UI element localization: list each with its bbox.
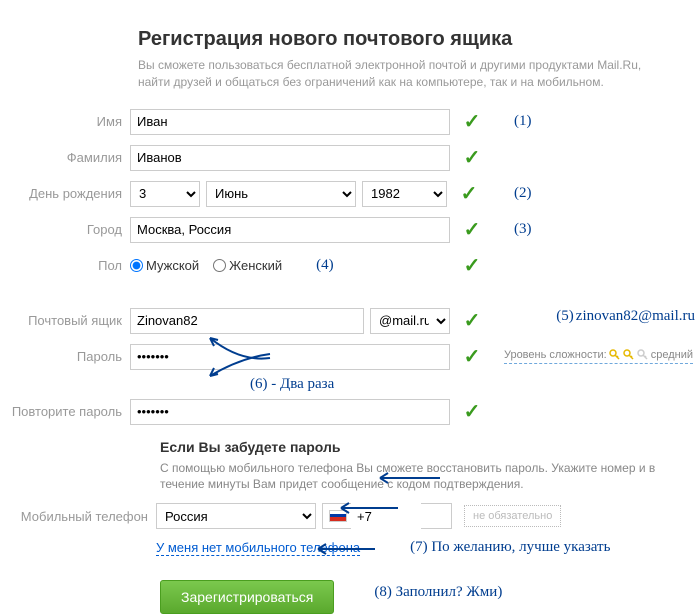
annotation-8: (8) Заполнил? Жми) [374,584,502,601]
key-icon [637,349,649,361]
domain-select[interactable]: @mail.ru [370,308,450,334]
checkmark-icon: ✓ [462,109,482,134]
mobile-label: Мобильный телефон [0,509,156,524]
annotation-7: (7) По желанию, лучше указать [410,539,610,556]
annotation-3: (3) [514,221,532,238]
city-label: Город [0,222,130,237]
surname-label: Фамилия [0,150,130,165]
city-input[interactable] [130,217,450,243]
key-icon [609,349,621,361]
name-input[interactable] [130,109,450,135]
no-phone-link[interactable]: У меня нет мобильного телефона [156,540,360,556]
country-select[interactable]: Россия [156,503,316,529]
surname-input[interactable] [130,145,450,171]
annotation-5: (5)zinovan82@mail.ru [556,308,695,325]
annotation-4: (4) [316,257,334,274]
forgot-title: Если Вы забудете пароль [160,439,667,455]
month-select[interactable]: Июнь [206,181,356,207]
repeat-password-label: Повторите пароль [0,404,130,419]
mailbox-input[interactable] [130,308,364,334]
gender-male-radio[interactable]: Мужской [130,258,199,273]
checkmark-icon: ✓ [462,145,482,170]
flag-icon [329,510,347,522]
key-icon [623,349,635,361]
checkmark-icon: ✓ [462,308,482,333]
phone-input[interactable] [351,503,421,529]
password-strength: Уровень сложности: средний [504,349,693,364]
password-label: Пароль [0,349,130,364]
checkmark-icon: ✓ [462,344,482,369]
checkmark-icon: ✓ [462,253,482,278]
checkmark-icon: ✓ [462,399,482,424]
page-subtitle: Вы сможете пользоваться бесплатной элект… [138,57,667,91]
mailbox-label: Почтовый ящик [0,313,130,328]
day-select[interactable]: 3 [130,181,200,207]
optional-badge: не обязательно [464,505,561,527]
register-button[interactable]: Зарегистрироваться [160,580,334,614]
page-title: Регистрация нового почтового ящика [138,28,667,51]
checkmark-icon: ✓ [459,181,479,206]
forgot-text: С помощью мобильного телефона Вы сможете… [160,460,667,494]
gender-female-radio[interactable]: Женский [213,258,282,273]
annotation-1: (1) [514,113,532,130]
repeat-password-input[interactable] [130,399,450,425]
phone-input-wrap[interactable] [322,503,452,529]
password-input[interactable] [130,344,450,370]
gender-label: Пол [0,258,130,273]
checkmark-icon: ✓ [462,217,482,242]
name-label: Имя [0,114,130,129]
annotation-6: (6) - Два раза [250,376,334,393]
year-select[interactable]: 1982 [362,181,447,207]
annotation-2: (2) [514,185,532,202]
birthday-label: День рождения [0,186,130,201]
